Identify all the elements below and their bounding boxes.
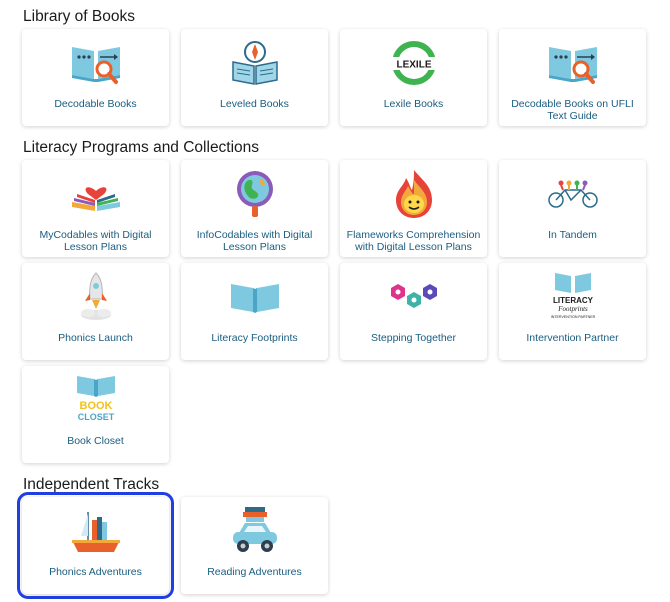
card-in-tandem[interactable]: In Tandem: [499, 160, 646, 257]
card-phonics-launch[interactable]: Phonics Launch: [22, 263, 169, 360]
boat-books-icon: [22, 503, 169, 559]
card-literacy-footprints[interactable]: Literacy Footprints: [181, 263, 328, 360]
tandem-bicycle-icon: [499, 166, 646, 222]
compass-book-icon: [181, 35, 328, 91]
rocket-icon: [22, 269, 169, 325]
section-title-independent-tracks: Independent Tracks: [23, 476, 160, 493]
book-closet-logo-icon: BOOK CLOSET: [22, 372, 169, 428]
card-label: MyCodables with Digital Lesson Plans: [39, 229, 152, 253]
card-book-closet[interactable]: BOOK CLOSET Book Closet: [22, 366, 169, 463]
card-label: Literacy Footprints: [211, 332, 298, 344]
logo-text-closet: CLOSET: [77, 412, 114, 422]
flame-icon: [340, 166, 487, 222]
card-label: In Tandem: [548, 229, 597, 241]
card-lexile-books[interactable]: LEXILE Lexile Books: [340, 29, 487, 126]
card-label: Phonics Adventures: [49, 566, 142, 578]
card-label: Stepping Together: [370, 332, 457, 344]
lexile-logo-text: LEXILE: [396, 60, 431, 71]
open-book-icon: [181, 269, 328, 325]
card-flameworks[interactable]: Flameworks Comprehension with Digital Le…: [340, 160, 487, 257]
hexagons-icon: [340, 269, 487, 325]
lexile-logo-icon: LEXILE: [340, 35, 487, 91]
card-infocodables[interactable]: InfoCodables with Digital Lesson Plans: [181, 160, 328, 257]
card-label: Flameworks Comprehension with Digital Le…: [346, 229, 481, 253]
car-books-icon: [181, 503, 328, 559]
section-title-library: Library of Books: [23, 8, 135, 25]
logo-text-literacy: LITERACY: [553, 296, 594, 305]
card-label: Phonics Launch: [58, 332, 133, 344]
card-label: Intervention Partner: [526, 332, 619, 344]
literacy-footprints-logo-icon: LITERACY Footprints INTERVENTION PARTNER: [499, 269, 646, 325]
book-magnifier-icon: [22, 35, 169, 91]
card-label: Reading Adventures: [207, 566, 302, 578]
logo-text-footprints: Footprints: [557, 305, 588, 313]
card-intervention-partner[interactable]: LITERACY Footprints INTERVENTION PARTNER…: [499, 263, 646, 360]
logo-text-book: BOOK: [79, 400, 112, 412]
logo-text-intervention: INTERVENTION PARTNER: [550, 315, 595, 319]
card-label: Leveled Books: [220, 98, 289, 110]
card-leveled-books[interactable]: Leveled Books: [181, 29, 328, 126]
card-label: Decodable Books: [54, 98, 137, 110]
book-magnifier-icon: [499, 35, 646, 91]
card-label: InfoCodables with Digital Lesson Plans: [196, 229, 313, 253]
heart-book-icon: [22, 166, 169, 222]
card-label: Book Closet: [67, 435, 124, 447]
card-phonics-adventures[interactable]: Phonics Adventures: [17, 492, 174, 599]
card-label: Lexile Books: [383, 98, 444, 110]
card-decodable-books-ufli[interactable]: Decodable Books on UFLI Text Guide: [499, 29, 646, 126]
card-label: Decodable Books on UFLI Text Guide: [511, 98, 634, 122]
card-mycodables[interactable]: MyCodables with Digital Lesson Plans: [22, 160, 169, 257]
card-stepping-together[interactable]: Stepping Together: [340, 263, 487, 360]
card-decodable-books[interactable]: Decodable Books: [22, 29, 169, 126]
globe-magnifier-icon: [181, 166, 328, 222]
section-title-literacy-programs: Literacy Programs and Collections: [23, 139, 260, 156]
card-reading-adventures[interactable]: Reading Adventures: [181, 497, 328, 594]
